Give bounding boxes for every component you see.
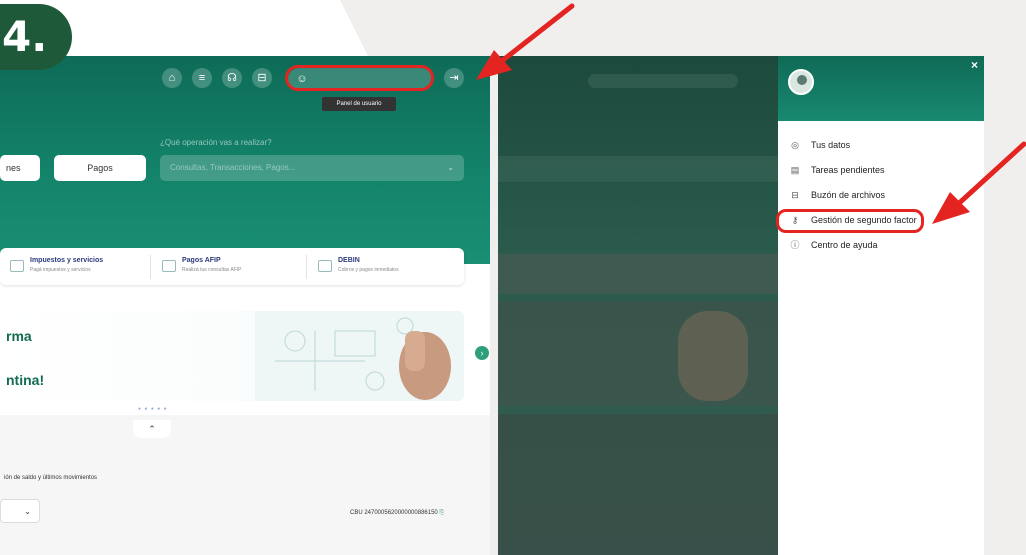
promo-banner[interactable]: rma ntina! bbox=[0, 311, 464, 401]
banner-line2: ntina! bbox=[6, 372, 45, 388]
blurred-search bbox=[498, 156, 778, 182]
avatar-head bbox=[797, 75, 807, 85]
dimmed-background bbox=[498, 56, 778, 555]
inbox-icon: ⊟ bbox=[791, 190, 799, 200]
card-afip[interactable]: Pagos AFIP Realizá tus consultas AFIP bbox=[160, 255, 300, 279]
right-screenshot: × ◎ Tus datos ▤ Tareas pendientes ⊟ Buzó… bbox=[498, 56, 984, 555]
card-subtitle: Pagá impuestos y servicios bbox=[30, 267, 91, 273]
cbu-text: CBU 2470005620000000886150 ⎘ bbox=[350, 510, 444, 517]
user-panel-header: × bbox=[778, 56, 984, 121]
menu-item-label: Tus datos bbox=[811, 140, 851, 150]
pointer-arrow-icon bbox=[476, 3, 575, 80]
logout-icon[interactable]: ⇥ bbox=[444, 68, 464, 88]
headset-icon[interactable]: ☊ bbox=[222, 68, 242, 88]
card-subtitle: Cobros y pagos inmediatos bbox=[338, 267, 399, 273]
user-panel: × ◎ Tus datos ▤ Tareas pendientes ⊟ Buzó… bbox=[778, 56, 984, 555]
tooltip: Panel de usuario bbox=[322, 97, 396, 111]
menu-item-label: Tareas pendientes bbox=[811, 165, 885, 175]
afip-icon bbox=[162, 260, 176, 272]
chevron-up-icon: ⌃ bbox=[148, 424, 156, 434]
highlight-box bbox=[776, 209, 924, 233]
copy-icon[interactable]: ⎘ bbox=[439, 510, 444, 516]
balance-title: ión de saldo y últimos movimientos bbox=[4, 475, 98, 481]
balance-section bbox=[0, 415, 490, 555]
home-icon[interactable]: ⌂ bbox=[162, 68, 182, 88]
inbox-icon[interactable]: ⊟ bbox=[252, 68, 272, 88]
card-subtitle: Realizá tus consultas AFIP bbox=[182, 267, 242, 273]
step-number: 4. bbox=[2, 12, 48, 61]
card-title: DEBIN bbox=[338, 257, 360, 264]
chevron-right-icon[interactable]: › bbox=[475, 346, 489, 360]
card-title: Impuestos y servicios bbox=[30, 257, 104, 264]
tax-icon bbox=[10, 260, 24, 272]
banner-line1: rma bbox=[6, 328, 32, 344]
carousel-dots[interactable]: ● ● ● ● ● bbox=[138, 406, 168, 412]
operation-question: ¿Qué operación vas a realizar? bbox=[160, 138, 272, 147]
operations-button[interactable]: nes bbox=[0, 155, 40, 181]
menu-item-label: Centro de ayuda bbox=[811, 240, 878, 250]
banner-illustration bbox=[255, 311, 464, 401]
card-debin[interactable]: DEBIN Cobros y pagos inmediatos bbox=[316, 255, 456, 279]
operation-search[interactable]: Consultas, Transacciones, Pagos... ⌄ bbox=[160, 155, 464, 181]
left-screenshot: ⌂ ≡ ☊ ⊟ ☺ ⇥ Panel de usuario ¿Qué operac… bbox=[0, 56, 490, 555]
card-impuestos[interactable]: Impuestos y servicios Pagá impuestos y s… bbox=[8, 255, 148, 279]
blurred-hand bbox=[678, 311, 748, 401]
pointer-arrow-icon bbox=[932, 141, 1026, 224]
divider bbox=[306, 255, 307, 279]
chevron-down-icon: ⌄ bbox=[447, 163, 454, 172]
blurred-bar bbox=[588, 74, 738, 88]
chevron-down-icon: ⌄ bbox=[24, 507, 31, 516]
help-icon: ⓘ bbox=[790, 240, 800, 250]
account-dropdown[interactable]: ⌄ bbox=[0, 499, 40, 523]
user-icon: ◎ bbox=[791, 140, 799, 150]
close-icon[interactable]: × bbox=[971, 58, 978, 72]
clipboard-icon: ▤ bbox=[790, 165, 800, 175]
step-badge: 4. bbox=[0, 4, 72, 70]
search-placeholder: Consultas, Transacciones, Pagos... bbox=[170, 163, 296, 172]
menu-item-label: Buzón de archivos bbox=[811, 190, 886, 200]
header-banner: ⌂ ≡ ☊ ⊟ ☺ ⇥ Panel de usuario ¿Qué operac… bbox=[0, 56, 490, 264]
blurred-cards bbox=[498, 254, 778, 294]
blurred-balance bbox=[498, 414, 778, 555]
highlight-ring bbox=[285, 65, 434, 91]
card-title: Pagos AFIP bbox=[182, 257, 221, 264]
debin-icon bbox=[318, 260, 332, 272]
shortcut-cards: Impuestos y servicios Pagá impuestos y s… bbox=[0, 248, 464, 285]
payments-button[interactable]: Pagos bbox=[54, 155, 146, 181]
collapse-button[interactable]: ⌃ bbox=[133, 420, 171, 438]
cbu-value: CBU 2470005620000000886150 bbox=[350, 510, 438, 516]
divider bbox=[150, 255, 151, 279]
avatar bbox=[788, 69, 814, 95]
menu-icon[interactable]: ≡ bbox=[192, 68, 212, 88]
